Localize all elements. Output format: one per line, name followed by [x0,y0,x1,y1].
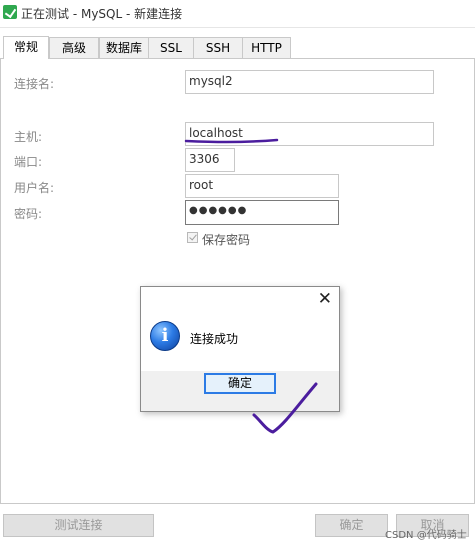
dialog-message: 连接成功 [190,332,239,346]
tab-http[interactable]: HTTP [242,37,291,59]
tab-general[interactable]: 常规 [3,36,49,59]
ok-button[interactable]: 确定 [315,514,388,537]
tab-databases[interactable]: 数据库 [99,37,149,59]
tab-ssh[interactable]: SSH [193,37,243,59]
dialog-body: i 连接成功 [141,313,339,371]
username-label: 用户名: [14,181,55,195]
close-icon[interactable]: ✕ [318,289,332,309]
connection-name-label: 连接名: [14,77,55,91]
dialog-ok-button[interactable]: 确定 [204,373,276,394]
port-field[interactable]: 3306 [185,148,235,172]
save-password-label: 保存密码 [202,233,251,247]
dialog-title-bar: ✕ [141,287,339,313]
host-field[interactable]: localhost [185,122,434,146]
username-field[interactable]: root [185,174,339,198]
tab-ssl[interactable]: SSL [148,37,194,59]
info-icon: i [150,321,180,351]
connection-name-field[interactable]: mysql2 [185,70,434,94]
tab-bar: 常规 高级 数据库 SSL SSH HTTP [0,36,475,59]
connection-success-dialog: ✕ i 连接成功 确定 [140,286,340,412]
port-label: 端口: [14,155,43,169]
password-field[interactable]: ●●●●●● [185,200,339,225]
window-title: 正在测试 - MySQL - 新建连接 [21,7,183,21]
navicat-app-icon [3,5,17,19]
title-bar: 正在测试 - MySQL - 新建连接 [0,0,475,28]
tab-advanced[interactable]: 高级 [49,37,99,59]
test-connection-button[interactable]: 测试连接 [3,514,154,537]
password-label: 密码: [14,207,43,221]
host-label: 主机: [14,130,43,144]
csdn-watermark: CSDN @代码骑士 [385,530,467,541]
save-password-checkbox[interactable] [187,232,198,243]
